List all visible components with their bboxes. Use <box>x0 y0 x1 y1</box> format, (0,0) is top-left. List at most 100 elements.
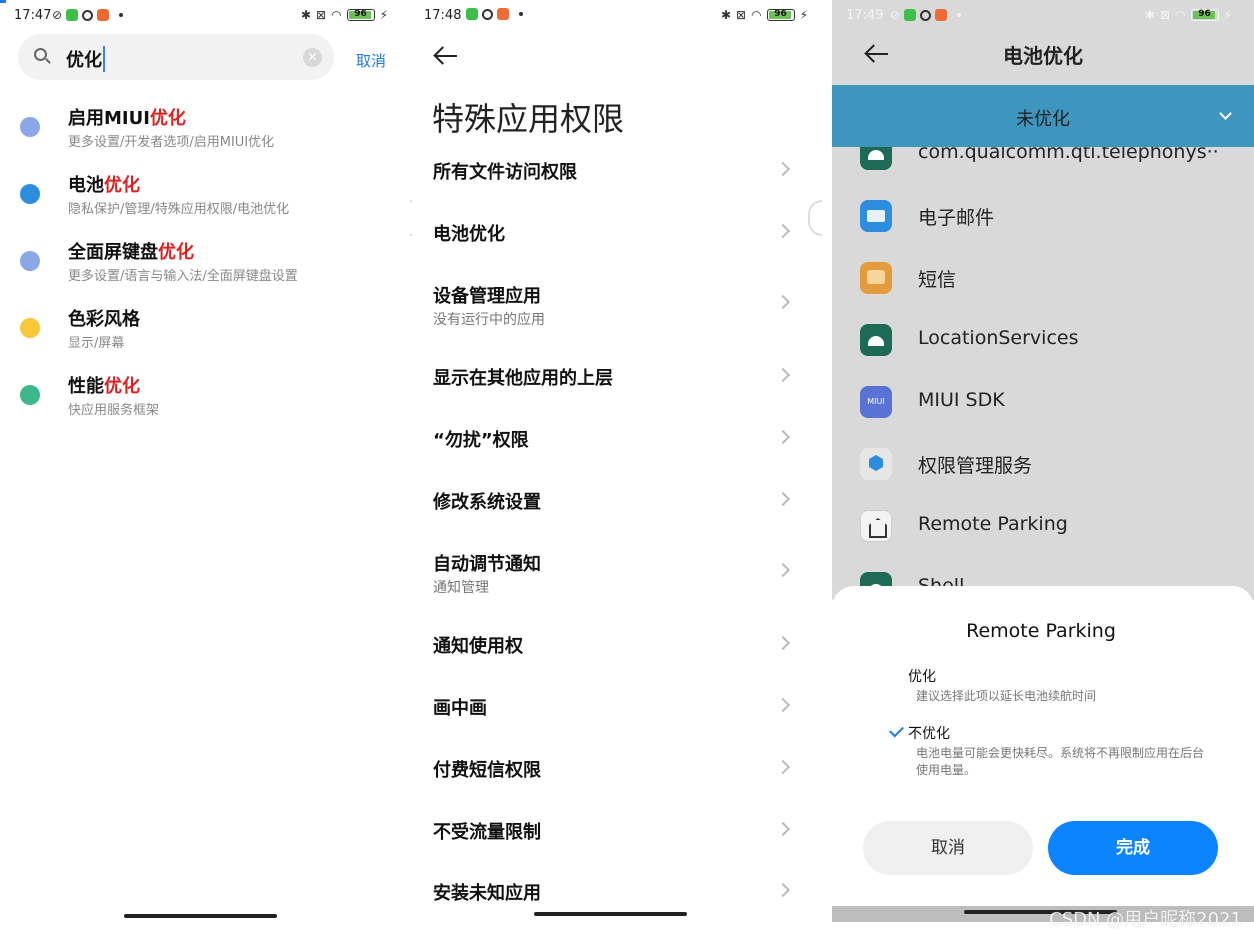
battery-optimization-screen: 17:49 ⊘ ✱ ⊠ ◠ 96 ⚡ 电池优化 未优化 com.qualcomm… <box>832 0 1254 936</box>
app-name: LocationServices <box>918 327 1079 349</box>
special-permissions-screen: 17:48 ✱ ⊠ ◠ 96 ⚡ 特殊应用权限 所有文件访问权限 电池优化 设备管理… <box>410 0 830 936</box>
result-title-highlight: 优化 <box>149 108 186 129</box>
result-path: 更多设置/语言与输入法/全面屏键盘设置 <box>68 269 298 284</box>
chevron-right-icon <box>775 759 791 775</box>
permission-row[interactable]: 不受流量限制 <box>410 818 830 874</box>
search-result-item[interactable]: 性能优化快应用服务框架 <box>0 372 410 432</box>
status-notification-icons: ⊘ <box>890 8 962 22</box>
watermark: CSDN @用户昵称2021 <box>1049 909 1242 930</box>
bluetooth-icon: ✱ <box>1144 8 1156 22</box>
sms-icon <box>860 262 892 294</box>
option-optimize-description: 建议选择此项以延长电池续航时间 <box>916 689 1097 703</box>
app-list-item[interactable]: 权限管理服务 <box>832 433 1254 495</box>
parking-notification-icon <box>482 8 493 20</box>
clear-search-icon[interactable]: ✕ <box>303 48 322 67</box>
option-dont-optimize[interactable]: 不优化 <box>908 723 950 743</box>
home-indicator[interactable] <box>124 914 277 918</box>
permission-row[interactable]: 设备管理应用没有运行中的应用 <box>410 282 830 338</box>
option-dont-optimize-description: 电池电量可能会更快耗尽。系统将不再限制应用在后台使用电量。 <box>916 746 1205 777</box>
result-title-highlight: 优化 <box>158 242 194 263</box>
status-notification-icons: ⊘ <box>52 8 124 22</box>
app-list-item[interactable]: 电子邮件 <box>832 185 1254 247</box>
optimization-filter-dropdown[interactable]: 未优化 <box>832 85 1254 147</box>
search-result-item[interactable]: 全面屏键盘优化更多设置/语言与输入法/全面屏键盘设置 <box>0 238 410 298</box>
chevron-right-icon <box>775 635 791 651</box>
dialog-title: Remote Parking <box>966 620 1116 642</box>
result-path: 快应用服务框架 <box>68 403 160 418</box>
permission-title: 修改系统设置 <box>433 492 541 513</box>
page-title: 特殊应用权限 <box>432 100 625 138</box>
permission-row[interactable]: 修改系统设置 <box>410 488 830 544</box>
result-title-highlight: 优化 <box>104 175 140 196</box>
option-optimize[interactable]: 优化 <box>908 666 936 686</box>
search-input[interactable]: 优化 ✕ <box>18 34 334 80</box>
permission-title: 电池优化 <box>433 224 505 245</box>
permission-row[interactable]: 电池优化 <box>410 220 830 276</box>
charging-icon: ⚡ <box>1223 8 1232 22</box>
app-list-item[interactable]: Remote Parking <box>832 495 1254 557</box>
cancel-button[interactable]: 取消 <box>863 821 1033 875</box>
chevron-right-icon <box>775 882 791 898</box>
result-title: 性能优化 <box>68 372 140 398</box>
status-bar: 17:47 ⊘ ✱ ⊠ ◠ 96 ⚡ <box>0 0 410 32</box>
permission-row[interactable]: 通知使用权 <box>410 632 830 688</box>
filter-label: 未优化 <box>1016 109 1070 130</box>
result-title: 全面屏键盘优化 <box>68 238 194 264</box>
permission-subtitle: 没有运行中的应用 <box>433 312 545 328</box>
no-sim-icon: ⊠ <box>316 8 327 22</box>
status-time: 17:48 <box>424 8 462 23</box>
cancel-search-button[interactable]: 取消 <box>356 50 386 71</box>
no-sim-icon: ⊠ <box>736 8 747 22</box>
result-title: 电池优化 <box>68 171 140 197</box>
more-notifications-icon <box>119 13 124 17</box>
home-indicator[interactable] <box>534 912 687 916</box>
app-notification-icon <box>904 9 917 21</box>
search-result-item[interactable]: 电池优化 隐私保护/管理/特殊应用权限/电池优化 <box>0 171 410 231</box>
chevron-right-icon <box>775 429 791 445</box>
permission-title: 通知使用权 <box>433 636 523 657</box>
search-icon <box>34 48 47 61</box>
battery-icon: 96 <box>1190 9 1219 21</box>
permission-row[interactable]: “勿扰”权限 <box>410 426 830 482</box>
app-list-item[interactable]: MIUI MIUI SDK <box>832 371 1254 433</box>
permission-row[interactable]: 自动调节通知 通知管理 <box>410 550 830 606</box>
app-name: com.qualcomm.qti.telephonys·· <box>918 147 1219 163</box>
permission-shield-icon <box>860 448 892 480</box>
permission-row[interactable]: 付费短信权限 <box>410 756 830 812</box>
app-list-item[interactable]: Shell <box>832 557 1254 587</box>
permission-row[interactable]: 所有文件访问权限 <box>410 158 830 214</box>
bluetooth-icon: ✱ <box>720 8 732 22</box>
app-list-item[interactable]: LocationServices <box>832 309 1254 371</box>
checkmark-icon <box>889 722 904 738</box>
wifi-icon: ◠ <box>751 8 762 22</box>
search-result-item[interactable]: 启用MIUI优化 更多设置/开发者选项/启用MIUI优化 <box>0 104 410 164</box>
search-query[interactable]: 优化 <box>66 46 105 72</box>
chevron-right-icon <box>775 697 791 713</box>
battery-icon: 96 <box>766 9 795 21</box>
sun-icon <box>20 318 40 338</box>
alarm-off-icon: ⊘ <box>52 8 63 22</box>
app-name: 电子邮件 <box>918 207 995 229</box>
store-notification-icon <box>497 8 509 20</box>
result-title-highlight: 优化 <box>104 376 140 397</box>
status-notification-icons <box>466 8 523 20</box>
parking-notification-icon <box>920 9 932 21</box>
result-path: 显示/屏幕 <box>68 336 125 351</box>
done-button[interactable]: 完成 <box>1048 821 1218 875</box>
result-title-text: 全面屏键盘 <box>68 242 158 263</box>
permission-row[interactable]: 显示在其他应用的上层 <box>410 364 830 420</box>
permission-row[interactable]: 画中画 <box>410 694 830 750</box>
chevron-right-icon <box>775 161 791 177</box>
search-result-item[interactable]: 色彩风格 显示/屏幕 <box>0 305 410 365</box>
chevron-right-icon <box>775 223 791 239</box>
permission-row[interactable]: 安装未知应用 <box>410 879 830 935</box>
back-arrow-icon[interactable] <box>435 46 459 66</box>
battery-icon: 96 <box>346 9 375 21</box>
permission-title: 安装未知应用 <box>433 883 541 904</box>
permission-title: 设备管理应用 <box>433 286 541 307</box>
app-notification-icon <box>466 8 478 20</box>
app-name: Remote Parking <box>918 513 1068 535</box>
app-list-item[interactable]: 短信 <box>832 247 1254 309</box>
app-list-item[interactable]: com.qualcomm.qti.telephonys·· <box>832 147 1254 185</box>
wifi-icon: ◠ <box>1175 8 1186 22</box>
